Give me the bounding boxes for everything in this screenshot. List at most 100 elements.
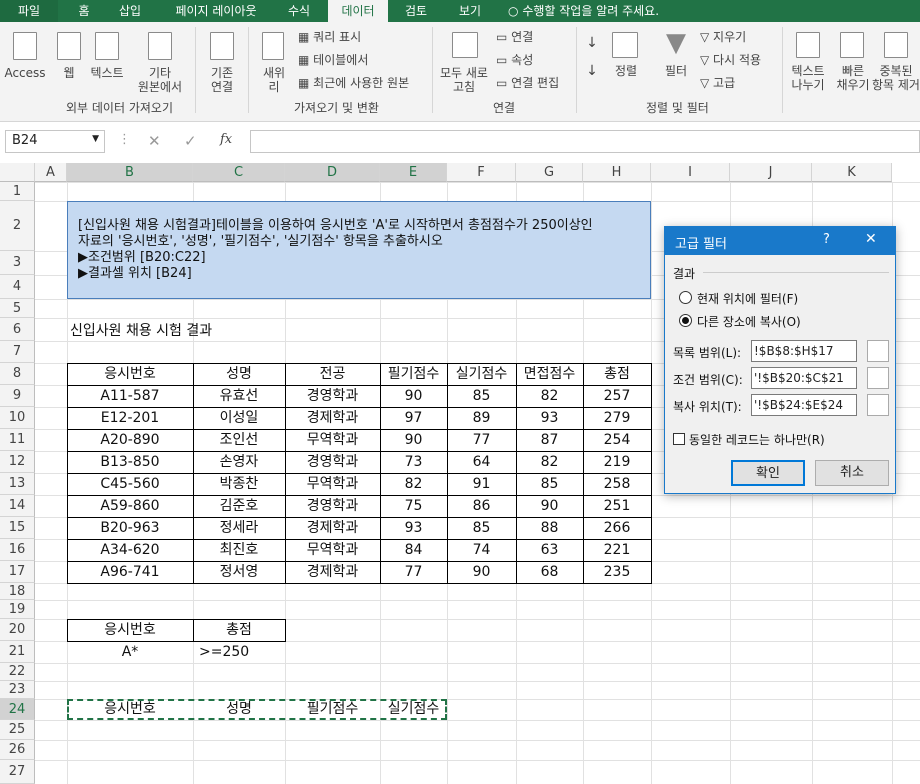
row-header-19[interactable]: 19 xyxy=(0,600,35,619)
formula-input[interactable] xyxy=(250,130,920,153)
table-cell[interactable]: 유효선 xyxy=(193,385,285,407)
table-cell[interactable]: B13-850 xyxy=(67,451,193,473)
table-cell[interactable]: 251 xyxy=(583,495,651,517)
table-cell[interactable]: B20-963 xyxy=(67,517,193,539)
table-cell[interactable]: 85 xyxy=(447,385,516,407)
table-cell[interactable]: 235 xyxy=(583,561,651,583)
select-all-corner[interactable] xyxy=(0,163,35,182)
table-cell[interactable]: A96-741 xyxy=(67,561,193,583)
row-header-6[interactable]: 6 xyxy=(0,318,35,341)
criteria-value-cell[interactable]: A* xyxy=(67,641,193,663)
row-header-14[interactable]: 14 xyxy=(0,495,35,517)
column-header-f[interactable]: F xyxy=(447,163,516,182)
list-range-input[interactable]: !$B$8:$H$17 xyxy=(751,340,857,362)
table-cell[interactable]: 257 xyxy=(583,385,651,407)
tell-me-box[interactable]: ○ 수행할 작업을 알려 주세요. xyxy=(508,0,688,22)
from-access-button[interactable]: Access xyxy=(3,66,47,80)
table-cell[interactable]: 64 xyxy=(447,451,516,473)
table-cell[interactable]: 이성일 xyxy=(193,407,285,429)
table-cell[interactable]: E12-201 xyxy=(67,407,193,429)
table-cell[interactable]: 최진호 xyxy=(193,539,285,561)
table-cell[interactable]: 90 xyxy=(380,385,447,407)
reapply-button[interactable]: ▽ 다시 적용 xyxy=(700,53,780,67)
table-cell[interactable]: 경영학과 xyxy=(285,495,380,517)
row-header-1[interactable]: 1 xyxy=(0,182,35,201)
table-header-cell[interactable]: 성명 xyxy=(193,363,285,385)
table-cell[interactable]: 무역학과 xyxy=(285,539,380,561)
table-cell[interactable]: 90 xyxy=(380,429,447,451)
row-header-8[interactable]: 8 xyxy=(0,363,35,385)
tab-data[interactable]: 데이터 xyxy=(328,0,388,22)
row-header-4[interactable]: 4 xyxy=(0,275,35,299)
recent-sources-button[interactable]: ▦ 최근에 사용한 원본 xyxy=(298,76,438,90)
table-cell[interactable]: 97 xyxy=(380,407,447,429)
filter-in-place-label[interactable]: 현재 위치에 필터(F) xyxy=(697,290,798,307)
name-box[interactable]: B24 ▼ xyxy=(5,130,105,153)
table-cell[interactable]: 손영자 xyxy=(193,451,285,473)
tab-insert[interactable]: 삽입 xyxy=(108,0,152,22)
row-header-25[interactable]: 25 xyxy=(0,720,35,740)
table-cell[interactable]: 219 xyxy=(583,451,651,473)
row-header-23[interactable]: 23 xyxy=(0,681,35,699)
from-text-button[interactable]: 텍스트 xyxy=(87,66,127,80)
table-cell[interactable]: 90 xyxy=(447,561,516,583)
row-header-10[interactable]: 10 xyxy=(0,407,35,429)
criteria-header-cell[interactable]: 총점 xyxy=(193,619,285,641)
help-icon[interactable]: ? xyxy=(823,232,830,247)
table-header-cell[interactable]: 실기점수 xyxy=(447,363,516,385)
table-cell[interactable]: 91 xyxy=(447,473,516,495)
table-cell[interactable]: 77 xyxy=(447,429,516,451)
table-cell[interactable]: 86 xyxy=(447,495,516,517)
range-picker-icon[interactable] xyxy=(867,367,889,389)
table-cell[interactable]: 경제학과 xyxy=(285,407,380,429)
tab-file[interactable]: 파일 xyxy=(0,0,58,22)
tab-home[interactable]: 홈 xyxy=(64,0,104,22)
table-cell[interactable]: 경제학과 xyxy=(285,517,380,539)
table-cell[interactable]: 김준호 xyxy=(193,495,285,517)
remove-duplicates-button[interactable]: 중복된 항목 제거 xyxy=(872,64,920,92)
table-cell[interactable]: C45-560 xyxy=(67,473,193,495)
close-icon[interactable]: ✕ xyxy=(865,231,877,247)
row-header-5[interactable]: 5 xyxy=(0,299,35,318)
row-header-17[interactable]: 17 xyxy=(0,561,35,583)
table-header-cell[interactable]: 면접점수 xyxy=(516,363,583,385)
existing-connections-button[interactable]: 기존 연결 xyxy=(202,66,242,94)
unique-records-label[interactable]: 동일한 레코드는 하나만(R) xyxy=(689,431,825,448)
advanced-filter-button[interactable]: ▽ 고급 xyxy=(700,76,780,90)
table-cell[interactable]: 254 xyxy=(583,429,651,451)
cancel-button[interactable]: 취소 xyxy=(815,460,889,486)
column-header-d[interactable]: D xyxy=(285,163,380,182)
other-sources-button[interactable]: 기타 원본에서 xyxy=(133,66,187,94)
column-header-k[interactable]: K xyxy=(812,163,892,182)
criteria-header-cell[interactable]: 응시번호 xyxy=(67,619,193,641)
row-header-13[interactable]: 13 xyxy=(0,473,35,495)
row-header-21[interactable]: 21 xyxy=(0,641,35,663)
table-cell[interactable]: 93 xyxy=(380,517,447,539)
cancel-entry-icon[interactable]: ✕ xyxy=(148,132,161,150)
row-header-26[interactable]: 26 xyxy=(0,740,35,760)
copy-to-input[interactable]: '!$B$24:$E$24 xyxy=(751,394,857,416)
column-header-g[interactable]: G xyxy=(516,163,583,182)
table-cell[interactable]: 경영학과 xyxy=(285,451,380,473)
column-header-e[interactable]: E xyxy=(380,163,447,182)
row-header-9[interactable]: 9 xyxy=(0,385,35,407)
from-web-button[interactable]: 웹 xyxy=(55,66,83,80)
tab-review[interactable]: 검토 xyxy=(396,0,436,22)
table-cell[interactable]: A11-587 xyxy=(67,385,193,407)
column-header-h[interactable]: H xyxy=(583,163,651,182)
ok-button[interactable]: 확인 xyxy=(731,460,805,486)
table-cell[interactable]: A20-890 xyxy=(67,429,193,451)
table-cell[interactable]: 77 xyxy=(380,561,447,583)
table-cell[interactable]: 경영학과 xyxy=(285,385,380,407)
table-header-cell[interactable]: 필기점수 xyxy=(380,363,447,385)
row-header-16[interactable]: 16 xyxy=(0,539,35,561)
properties-button[interactable]: ▭ 속성 xyxy=(496,53,576,67)
copy-to-location-radio[interactable] xyxy=(679,314,692,327)
table-cell[interactable]: 박종찬 xyxy=(193,473,285,495)
column-header-a[interactable]: A xyxy=(35,163,67,182)
row-header-7[interactable]: 7 xyxy=(0,341,35,363)
column-header-i[interactable]: I xyxy=(651,163,730,182)
table-cell[interactable]: 93 xyxy=(516,407,583,429)
range-picker-icon[interactable] xyxy=(867,394,889,416)
table-cell[interactable]: 82 xyxy=(516,385,583,407)
